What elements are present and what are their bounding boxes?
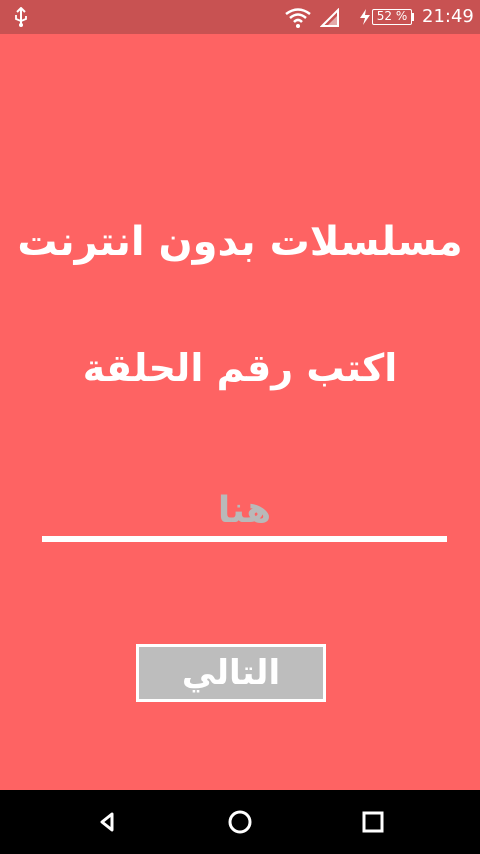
usb-icon: [15, 7, 27, 27]
episode-prompt: اكتب رقم الحلقة: [82, 346, 398, 390]
signal-icon: [320, 8, 339, 27]
wifi-icon: [285, 8, 311, 28]
status-clock: 21:49: [422, 6, 474, 27]
app-title: مسلسلات بدون انترنت: [17, 219, 463, 265]
home-icon[interactable]: [224, 806, 256, 838]
app-screen: مسلسلات بدون انترنت اكتب رقم الحلقة التا…: [0, 34, 480, 790]
episode-number-input[interactable]: [42, 484, 447, 542]
battery-tip: [411, 13, 414, 21]
recent-apps-icon[interactable]: [357, 806, 389, 838]
charging-bolt-icon: [360, 9, 370, 25]
navigation-bar: [0, 790, 480, 854]
back-icon[interactable]: [91, 806, 123, 838]
status-bar: 52 % 21:49: [0, 0, 480, 34]
battery-icon: 52 %: [372, 9, 412, 25]
next-button[interactable]: التالي: [136, 644, 326, 702]
battery-level-text: 52 %: [376, 9, 408, 23]
